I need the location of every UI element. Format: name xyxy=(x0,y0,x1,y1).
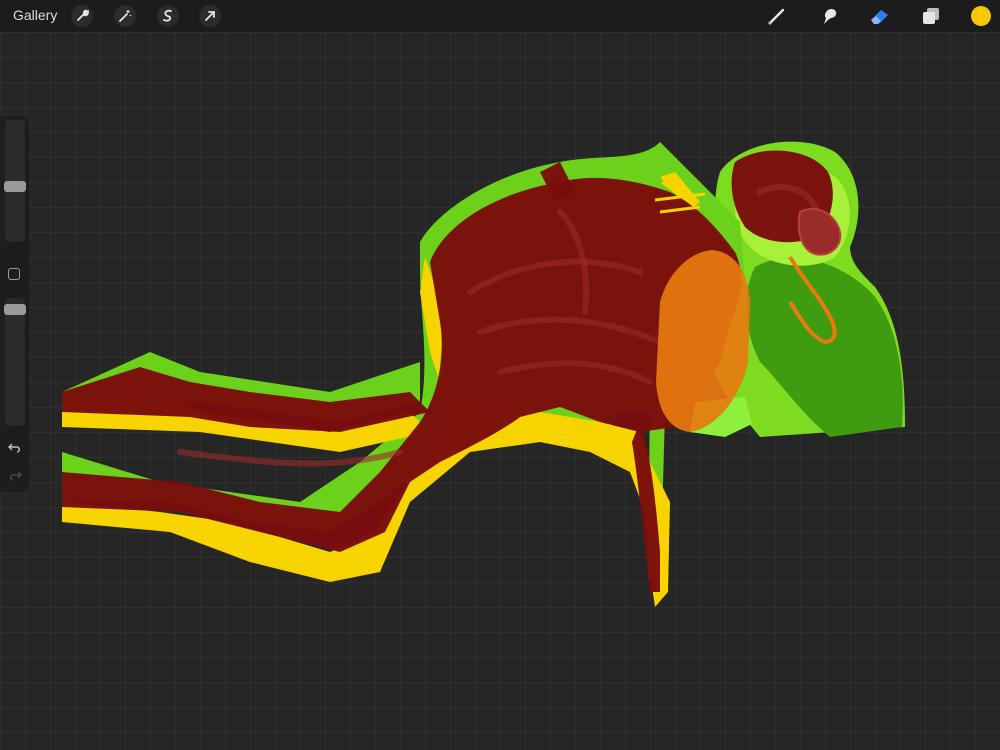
brush-size-slider[interactable] xyxy=(4,120,26,242)
gallery-button[interactable]: Gallery xyxy=(13,7,57,23)
current-color-swatch[interactable] xyxy=(971,6,991,26)
top-toolbar: Gallery xyxy=(0,0,1000,32)
selection-icon[interactable] xyxy=(157,5,179,27)
eraser-icon[interactable] xyxy=(869,5,891,27)
smudge-icon[interactable] xyxy=(818,5,840,27)
drawing-canvas[interactable] xyxy=(0,32,1000,750)
wrench-icon[interactable] xyxy=(71,5,93,27)
layers-icon[interactable] xyxy=(920,5,942,27)
opacity-thumb[interactable] xyxy=(4,303,26,315)
diver-artwork xyxy=(62,141,905,607)
transform-arrow-icon[interactable] xyxy=(199,5,221,27)
left-sidebar xyxy=(0,116,29,492)
redo-icon[interactable] xyxy=(6,468,24,484)
opacity-slider[interactable] xyxy=(4,298,26,426)
brush-size-thumb[interactable] xyxy=(4,181,26,193)
brush-icon[interactable] xyxy=(766,5,788,27)
magic-wand-icon[interactable] xyxy=(114,5,136,27)
undo-icon[interactable] xyxy=(6,440,24,456)
modify-button[interactable] xyxy=(8,268,20,280)
